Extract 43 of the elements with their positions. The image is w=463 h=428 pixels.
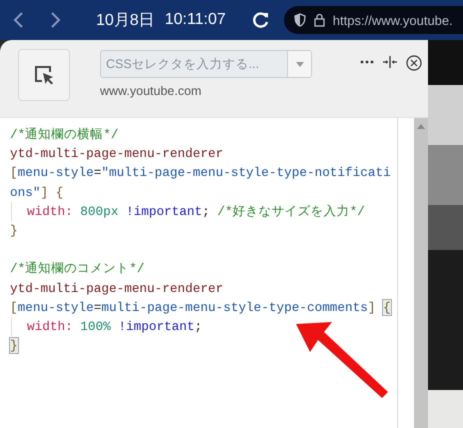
code-token: ytd-multi-page-menu-renderer (10, 280, 224, 296)
code-token: width: (27, 318, 74, 334)
matched-bracket: { (383, 300, 391, 315)
selector-dropdown[interactable]: CSSセレクタを入力する... (100, 50, 312, 78)
code-token: ytd-multi-page-menu-renderer (10, 146, 224, 162)
address-bar[interactable]: https://www.youtube. (284, 6, 463, 34)
code-token: /*好きなサイズを入力*/ (217, 204, 365, 219)
matched-bracket: } (10, 338, 18, 354)
code-token: = (94, 165, 102, 180)
code-token: width: (27, 204, 74, 219)
code-token: 100% (80, 318, 112, 334)
code-token: !important (126, 204, 202, 219)
code-token: /*通知欄の横幅*/ (10, 127, 118, 142)
scrollbar[interactable] (414, 118, 428, 428)
cursor-select-icon (33, 64, 55, 86)
reload-icon[interactable] (252, 11, 270, 29)
close-icon[interactable] (406, 55, 422, 71)
code-token: ; (194, 318, 202, 334)
time-text: 10:11:07 (164, 11, 226, 29)
code-token: multi-page-menu-style-type-comments (101, 300, 368, 315)
code-token: = (94, 300, 102, 315)
url-text: https://www.youtube. (332, 12, 453, 28)
code-token: "multi-page-menu-style-type-notificati (101, 165, 391, 180)
code-token: ; (202, 204, 211, 219)
code-token: !important (118, 318, 195, 334)
date-text: 10月8日 (96, 10, 155, 30)
code-token: /*通知欄のコメント*/ (10, 261, 144, 276)
code-token: } (10, 222, 18, 238)
dropdown-button[interactable] (287, 51, 311, 77)
code-token: ons" (10, 184, 40, 200)
shield-icon (294, 13, 306, 27)
code-token: menu-style (18, 300, 94, 315)
element-picker-button[interactable] (18, 49, 70, 101)
code-token: [ (10, 165, 18, 180)
code-token: ] (368, 300, 376, 315)
caret-icon (296, 62, 304, 66)
code-token: [ (10, 300, 18, 315)
code-token: 800px (80, 204, 120, 219)
lock-icon (314, 13, 325, 27)
resize-icon[interactable] (383, 55, 397, 69)
code-token: menu-style (18, 165, 94, 180)
code-token: ] { (40, 184, 64, 200)
domain-text: www.youtube.com (100, 84, 202, 98)
